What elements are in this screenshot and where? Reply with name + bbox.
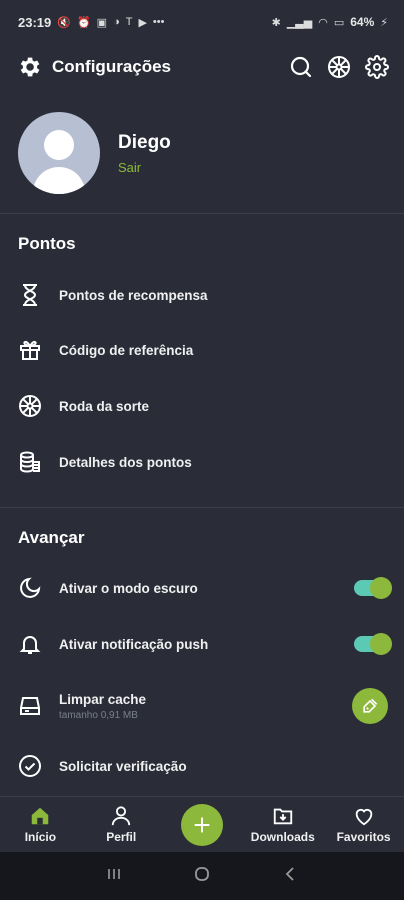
menu-item-label: Pontos de recompensa xyxy=(59,287,208,303)
nav-favorites-label: Favoritos xyxy=(336,830,391,844)
section-title-points: Pontos xyxy=(18,234,76,253)
verification-label: Solicitar verificação xyxy=(59,758,187,774)
home-circle-icon[interactable] xyxy=(193,865,211,888)
nav-add[interactable] xyxy=(162,797,243,852)
cache-label: Limpar cache xyxy=(59,691,147,707)
system-navigation-bar xyxy=(0,852,404,900)
play-icon: ▶ xyxy=(138,16,147,29)
menu-item-lucky-wheel[interactable]: Roda da sorte xyxy=(16,386,388,426)
menu-item-request-verification[interactable]: Solicitar verificação xyxy=(16,746,388,786)
cache-size: tamanho 0,91 MB xyxy=(59,709,138,721)
recent-apps-icon[interactable] xyxy=(106,866,122,887)
heart-icon xyxy=(355,809,372,826)
section-title-advanced: Avançar xyxy=(18,528,85,547)
download-folder-icon xyxy=(273,808,292,825)
signal-icon: ▁▃▅ xyxy=(286,16,313,29)
profile-card: Diego Sair xyxy=(18,112,171,194)
page-title: Configurações xyxy=(52,57,172,76)
image-icon: ▣ xyxy=(96,16,108,29)
battery-level: 64% xyxy=(350,15,375,29)
setting-clear-cache: Limpar cache tamanho 0,91 MB xyxy=(16,686,388,726)
more-icon: ••• xyxy=(152,16,165,28)
user-icon xyxy=(112,806,131,826)
toggle-knob xyxy=(370,577,392,599)
dark-mode-toggle[interactable] xyxy=(354,577,392,599)
nav-profile[interactable]: Perfil xyxy=(81,797,162,852)
user-name: Diego xyxy=(118,131,171,153)
nav-profile-label: Perfil xyxy=(106,830,137,844)
menu-item-label: Detalhes dos pontos xyxy=(59,454,192,470)
hard-drive-icon xyxy=(16,692,44,720)
setting-dark-mode: Ativar o modo escuro xyxy=(16,568,392,608)
menu-item-points-details[interactable]: Detalhes dos pontos xyxy=(16,442,388,482)
dark-mode-label: Ativar o modo escuro xyxy=(59,580,198,596)
gear-icon[interactable] xyxy=(364,54,390,80)
moon-icon xyxy=(16,574,44,602)
charging-icon: ⚡ xyxy=(380,16,388,29)
alarm-icon: ⏰ xyxy=(76,16,91,29)
menu-item-referral-code[interactable]: Código de referência xyxy=(16,330,388,370)
avatar[interactable] xyxy=(18,112,100,194)
menu-item-label: Código de referência xyxy=(59,342,194,358)
status-time: 23:19 xyxy=(18,14,52,30)
check-circle-icon xyxy=(16,752,44,780)
toggle-knob xyxy=(370,633,392,655)
app-bar: Configurações xyxy=(0,44,404,90)
wheel-icon xyxy=(16,392,44,420)
bell-icon xyxy=(16,630,44,658)
settings-gear-icon xyxy=(16,54,42,80)
divider xyxy=(0,213,404,214)
divider xyxy=(0,507,404,508)
lucky-wheel-icon[interactable] xyxy=(326,54,352,80)
menu-item-label: Roda da sorte xyxy=(59,398,150,414)
setting-push-notification: Ativar notificação push xyxy=(16,624,392,664)
battery-icon: ▭ xyxy=(333,16,345,29)
nav-home-label: Início xyxy=(24,830,57,844)
status-bar: 23:19 🔇 ⏰ ▣ ◑ T ▶ ••• ✱ ▁▃▅ ◠ ▭ 64% ⚡ xyxy=(0,0,404,44)
hourglass-icon xyxy=(16,281,44,309)
menu-item-reward-points[interactable]: Pontos de recompensa xyxy=(16,275,388,315)
mute-icon: 🔇 xyxy=(57,16,71,29)
coins-icon xyxy=(16,448,44,476)
clear-cache-button[interactable] xyxy=(352,688,388,724)
bluetooth-icon: ✱ xyxy=(271,16,281,29)
plus-icon xyxy=(194,817,210,832)
bottom-navigation: Início Perfil Downloads Favoritos xyxy=(0,796,404,852)
home-icon xyxy=(32,807,49,825)
gift-icon xyxy=(16,336,44,364)
add-button[interactable] xyxy=(180,803,223,846)
back-icon[interactable] xyxy=(282,866,298,887)
nav-home[interactable]: Início xyxy=(0,797,81,852)
search-icon[interactable] xyxy=(288,54,314,80)
logout-link[interactable]: Sair xyxy=(118,160,171,175)
nav-downloads-label: Downloads xyxy=(250,830,315,844)
wifi-icon: ◠ xyxy=(318,16,328,29)
nav-downloads[interactable]: Downloads xyxy=(242,797,323,852)
push-label: Ativar notificação push xyxy=(59,636,209,652)
nav-favorites[interactable]: Favoritos xyxy=(323,797,404,852)
push-notification-toggle[interactable] xyxy=(354,633,392,655)
t-icon: T xyxy=(125,16,133,28)
app-icon: ◑ xyxy=(113,16,120,28)
